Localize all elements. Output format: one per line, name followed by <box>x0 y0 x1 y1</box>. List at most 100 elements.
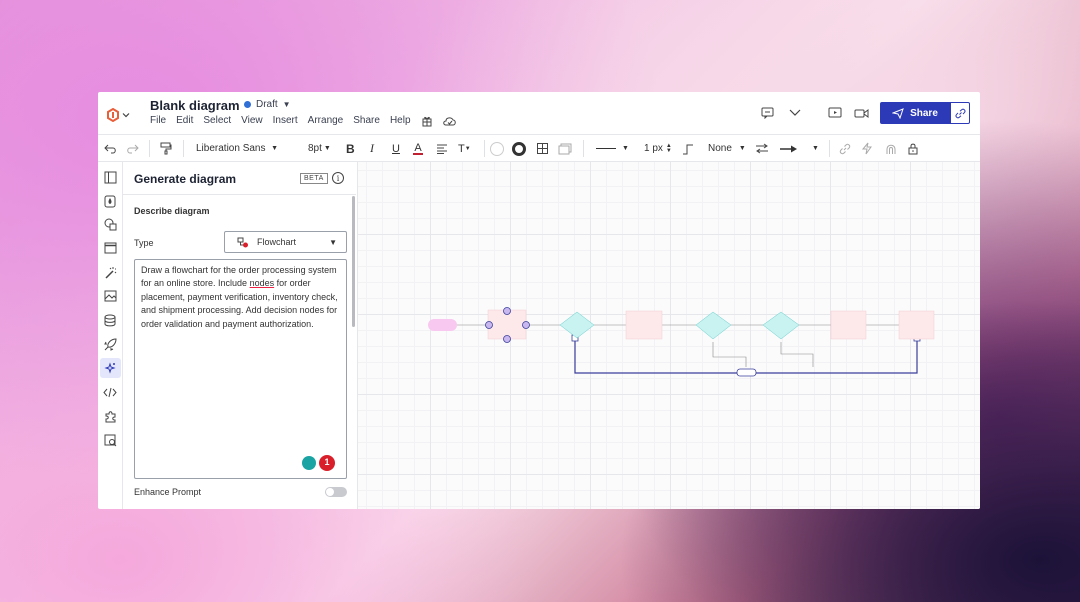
decision-node[interactable] <box>695 311 732 340</box>
menu-view[interactable]: View <box>241 115 263 130</box>
caret-down-icon: ▼ <box>622 145 629 152</box>
connector-label-handle[interactable] <box>736 368 757 377</box>
status-dot <box>244 101 251 108</box>
share-button[interactable]: Share <box>880 102 950 124</box>
divider <box>484 140 485 157</box>
document-title[interactable]: Blank diagram <box>150 98 240 113</box>
browser-icon[interactable] <box>102 240 118 256</box>
border-style-icon[interactable] <box>536 135 549 162</box>
misspelled-word[interactable]: nodes <box>250 278 275 288</box>
image-fill-icon[interactable] <box>558 135 572 162</box>
start-node[interactable] <box>428 319 457 331</box>
text-options-icon[interactable]: T ▼ <box>458 135 471 162</box>
bold-button[interactable]: B <box>346 135 355 162</box>
sparkle-icon[interactable] <box>100 358 121 378</box>
generate-diagram-panel: Generate diagram BETA i Describe diagram… <box>123 162 358 509</box>
decision-node[interactable] <box>559 311 595 339</box>
menu-insert[interactable]: Insert <box>273 115 298 130</box>
panel-scrollbar[interactable] <box>352 196 355 327</box>
paint-drop-icon[interactable] <box>102 193 118 209</box>
code-icon[interactable] <box>102 384 118 400</box>
database-icon[interactable] <box>102 312 118 328</box>
draft-status-dropdown[interactable]: Draft ▼ <box>244 99 291 110</box>
text-color-button[interactable]: A <box>413 135 423 162</box>
line-width-select[interactable]: 1 px ▲ ▼ <box>644 135 672 162</box>
present-icon[interactable] <box>827 106 843 120</box>
collab-chevron-icon[interactable] <box>788 106 802 120</box>
menu-select[interactable]: Select <box>203 115 231 130</box>
arrow-start-select[interactable]: None ▼ <box>708 135 746 162</box>
menu-file[interactable]: File <box>150 115 166 130</box>
search-image-icon[interactable] <box>102 432 118 448</box>
align-icon[interactable] <box>436 135 448 162</box>
redo-icon[interactable] <box>126 135 139 162</box>
caret-down-icon: ▼ <box>738 145 746 152</box>
process-node[interactable] <box>830 310 867 340</box>
fill-color-button[interactable] <box>490 135 504 162</box>
line-style-select[interactable]: ▼ <box>596 135 629 162</box>
font-family-select[interactable]: Liberation Sans ▼ <box>196 135 280 162</box>
italic-button[interactable]: I <box>370 135 374 162</box>
format-toolbar: Liberation Sans ▼ 8pt ▼ B I U A T ▼ ▼ 1 … <box>98 134 980 162</box>
divider <box>183 140 184 157</box>
line-shape-icon[interactable] <box>682 135 694 162</box>
link-tool-icon[interactable] <box>839 135 851 162</box>
cloud-saved-icon[interactable] <box>442 115 457 130</box>
menu-arrange[interactable]: Arrange <box>308 115 344 130</box>
puzzle-icon[interactable] <box>102 408 118 424</box>
underline-button[interactable]: U <box>392 135 400 162</box>
magnet-icon[interactable] <box>885 135 897 162</box>
grammar-assist-icon[interactable] <box>302 456 316 470</box>
undo-icon[interactable] <box>104 135 117 162</box>
panel-divider <box>123 194 356 195</box>
status-label: Draft <box>256 99 278 110</box>
gift-icon[interactable] <box>421 115 433 130</box>
rocket-icon[interactable] <box>102 336 118 352</box>
magic-wand-icon[interactable] <box>102 264 118 280</box>
enhance-prompt-label: Enhance Prompt <box>134 487 202 497</box>
font-family-value: Liberation Sans <box>196 143 266 154</box>
format-painter-icon[interactable] <box>160 135 172 162</box>
menu-help[interactable]: Help <box>390 115 411 130</box>
arrow-end-select[interactable]: ▼ <box>780 135 819 162</box>
lock-icon[interactable] <box>908 135 918 162</box>
send-icon <box>892 107 904 119</box>
share-label: Share <box>910 107 938 119</box>
panel-icon[interactable] <box>102 169 118 185</box>
action-bolt-icon[interactable] <box>862 135 872 162</box>
menu-bar: File Edit Select View Insert Arrange Sha… <box>150 115 457 130</box>
caret-down-icon: ▼ <box>271 145 278 152</box>
beta-badge: BETA <box>300 173 328 184</box>
stepper-icon: ▲ ▼ <box>665 142 672 154</box>
swap-arrows-icon[interactable] <box>755 135 769 162</box>
font-size-value: 8pt <box>308 143 322 154</box>
shapes-icon[interactable] <box>102 216 118 232</box>
app-logo[interactable] <box>106 107 132 123</box>
line-color-button[interactable] <box>512 135 526 162</box>
describe-heading: Describe diagram <box>134 206 210 216</box>
prompt-textarea[interactable]: Draw a flowchart for the order processin… <box>134 259 347 479</box>
diagram-canvas[interactable] <box>358 162 980 509</box>
error-count-badge[interactable]: 1 <box>319 455 335 471</box>
chevron-down-icon <box>122 113 130 118</box>
process-node[interactable] <box>898 310 935 340</box>
video-icon[interactable] <box>853 106 869 120</box>
menu-edit[interactable]: Edit <box>176 115 193 130</box>
arrow-start-value: None <box>708 143 732 154</box>
menu-share[interactable]: Share <box>353 115 380 130</box>
flowchart-icon <box>237 237 248 247</box>
type-label: Type <box>134 238 154 248</box>
title-bar: Blank diagram Draft ▼ File Edit Select V… <box>98 92 980 134</box>
selected-connector[interactable] <box>574 339 918 374</box>
comment-icon[interactable] <box>760 106 774 120</box>
enhance-prompt-toggle[interactable] <box>325 487 347 497</box>
divider <box>583 140 584 157</box>
decision-node[interactable] <box>762 311 800 340</box>
copy-link-button[interactable] <box>950 102 970 124</box>
flowchart-drawing <box>428 307 935 377</box>
diagram-type-select[interactable]: Flowchart ▼ <box>224 231 347 253</box>
image-icon[interactable] <box>102 288 118 304</box>
font-size-select[interactable]: 8pt ▼ <box>308 135 331 162</box>
info-icon[interactable]: i <box>332 172 344 184</box>
process-node[interactable] <box>625 310 663 340</box>
